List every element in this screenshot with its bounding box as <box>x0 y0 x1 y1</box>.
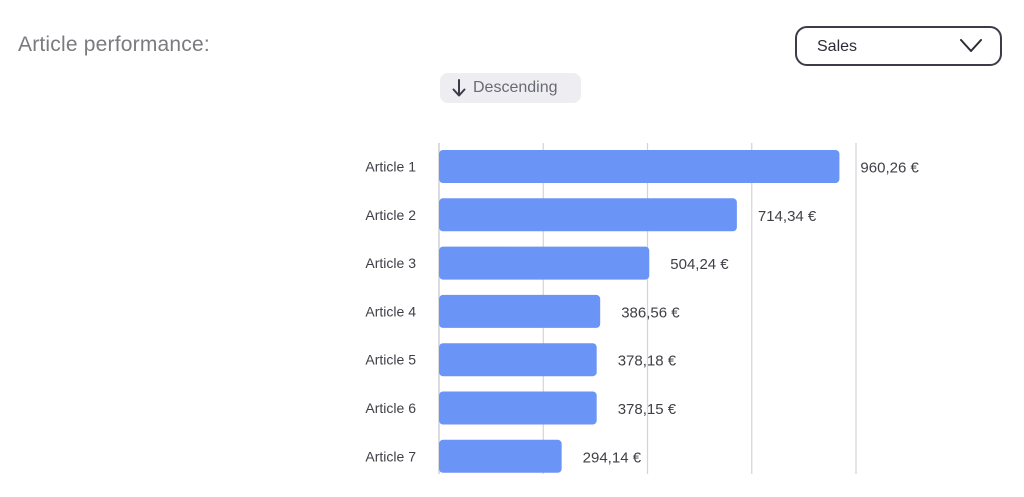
category-tick-label: Article 7 <box>365 448 416 464</box>
bar-value-label: 386,56 € <box>621 304 680 321</box>
bar-value-label: 378,15 € <box>618 401 677 418</box>
bar-value-label: 960,26 € <box>860 160 919 177</box>
bar[interactable] <box>439 198 737 232</box>
category-tick-label: Article 5 <box>365 352 416 368</box>
category-tick-label: Article 4 <box>365 303 416 319</box>
bar[interactable] <box>439 439 562 473</box>
bar[interactable] <box>439 150 840 183</box>
bar-value-label: 378,18 € <box>618 353 677 370</box>
bar-value-label: 504,24 € <box>670 256 729 273</box>
category-tick-label: Article 2 <box>365 207 416 223</box>
bar[interactable] <box>439 246 650 280</box>
category-tick-label: Article 1 <box>365 159 416 175</box>
category-tick-label: Article 6 <box>365 400 416 416</box>
bar-chart: Article 1 960,26 € Article 2 714,34 € Articl… <box>365 143 919 474</box>
category-tick-label: Article 3 <box>365 255 416 271</box>
bar[interactable] <box>439 294 601 328</box>
bar-value-label: 714,34 € <box>758 208 817 225</box>
bar[interactable] <box>439 391 597 425</box>
article-performance-panel: Article performance: Sales Descending Ar… <box>0 0 1024 497</box>
bar-value-label: 294,14 € <box>583 449 642 466</box>
bar[interactable] <box>439 343 597 377</box>
